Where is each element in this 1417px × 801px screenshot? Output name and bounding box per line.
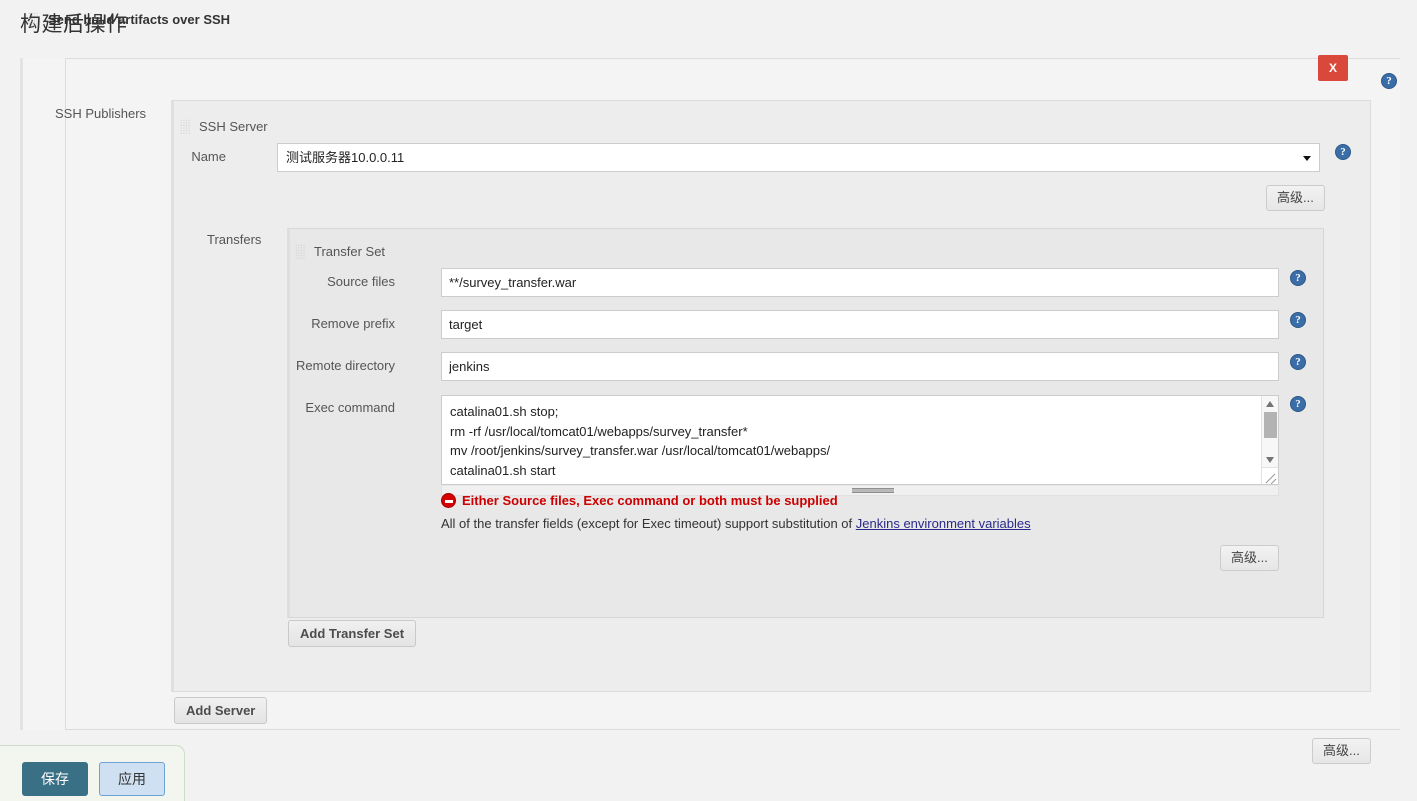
transfer-hint: All of the transfer fields (except for E… [441, 516, 1031, 531]
source-files-input[interactable] [441, 268, 1279, 297]
remote-directory-label: Remote directory [296, 358, 395, 373]
help-icon-remove-prefix[interactable]: ? [1290, 312, 1306, 328]
validation-error: Either Source files, Exec command or bot… [441, 493, 838, 508]
help-icon-source-files[interactable]: ? [1290, 270, 1306, 286]
drag-grip-icon-transfer-set[interactable] [295, 244, 306, 259]
ssh-server-group-title: SSH Server [199, 119, 268, 134]
apply-button[interactable]: 应用 [99, 762, 165, 796]
scroll-up-arrow-icon[interactable] [1266, 401, 1274, 407]
exec-command-vertical-scrollbar[interactable] [1261, 396, 1278, 468]
exec-command-textarea[interactable] [448, 400, 1238, 480]
transfer-set-group-header: Transfer Set [295, 244, 385, 259]
jenkins-env-vars-link[interactable]: Jenkins environment variables [856, 516, 1031, 531]
exec-command-textarea-wrap [441, 395, 1279, 485]
drag-grip-icon-ssh-server[interactable] [180, 119, 191, 134]
name-label: Name [191, 149, 226, 164]
transfer-hint-text: All of the transfer fields (except for E… [441, 516, 856, 531]
scrollbar-thumb[interactable] [1264, 412, 1277, 438]
drag-grip-icon[interactable] [28, 12, 39, 27]
validation-error-text: Either Source files, Exec command or bot… [462, 493, 838, 508]
advanced-button-transfer-set[interactable]: 高级... [1220, 545, 1279, 571]
ssh-server-name-value: 测试服务器10.0.0.11 [286, 150, 405, 165]
help-icon-exec-command[interactable]: ? [1290, 396, 1306, 412]
section-header-send-build-artifacts: Send build artifacts over SSH [28, 12, 230, 27]
add-server-button[interactable]: Add Server [174, 697, 268, 724]
ssh-server-group-header: SSH Server [180, 119, 268, 134]
close-button[interactable]: X [1318, 55, 1348, 81]
save-button[interactable]: 保存 [22, 762, 88, 796]
transfer-set-group-title: Transfer Set [314, 244, 386, 259]
scroll-down-arrow-icon[interactable] [1266, 457, 1274, 463]
transfers-label: Transfers [207, 232, 262, 247]
advanced-button-ssh-server[interactable]: 高级... [1266, 185, 1325, 211]
error-icon [441, 493, 456, 508]
help-icon-section[interactable]: ? [1381, 73, 1397, 89]
remove-prefix-label: Remove prefix [311, 316, 395, 331]
source-files-label: Source files [327, 274, 395, 289]
scrollbar-thumb-horizontal[interactable] [852, 488, 894, 493]
help-icon-ssh-server-name[interactable]: ? [1335, 144, 1351, 160]
advanced-button-global[interactable]: 高级... [1312, 738, 1371, 764]
ssh-publishers-label: SSH Publishers [55, 106, 147, 121]
ssh-server-name-select[interactable]: 测试服务器10.0.0.11 [277, 143, 1320, 172]
help-icon-remote-directory[interactable]: ? [1290, 354, 1306, 370]
textarea-resize-handle[interactable] [1261, 467, 1278, 484]
exec-command-label: Exec command [305, 400, 395, 415]
remove-prefix-input[interactable] [441, 310, 1279, 339]
chevron-down-icon[interactable] [1303, 156, 1311, 161]
remote-directory-input[interactable] [441, 352, 1279, 381]
add-transfer-set-button[interactable]: Add Transfer Set [288, 620, 417, 647]
section-title: Send build artifacts over SSH [48, 12, 231, 27]
